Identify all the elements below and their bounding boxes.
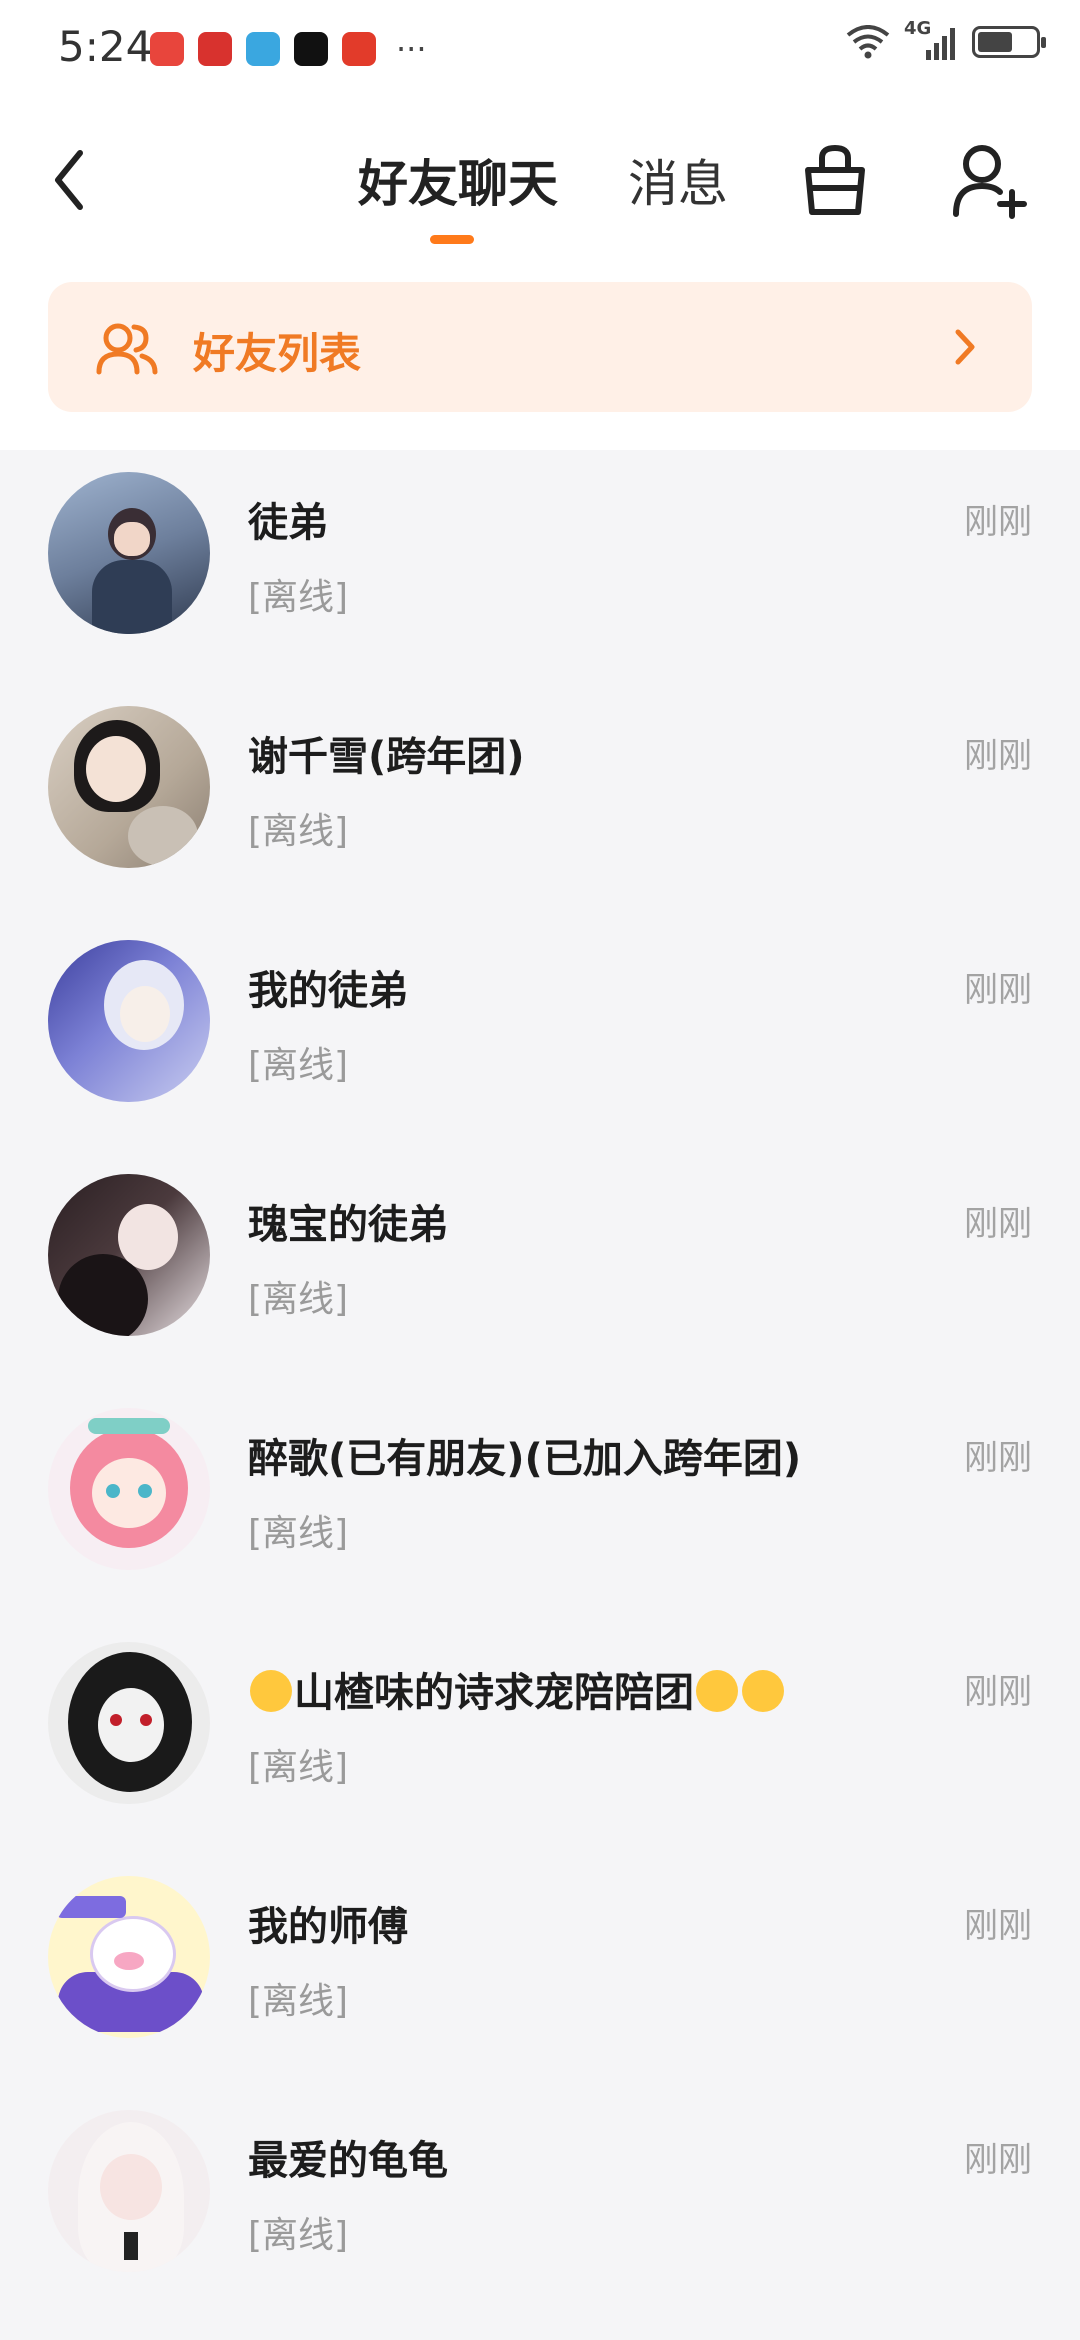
kissing-face-emoji-icon [742, 1670, 784, 1712]
chat-row[interactable]: 谢千雪(跨年团) [离线] 刚刚 [0, 684, 1080, 918]
contact-name: 瑰宝的徒弟 [248, 1202, 448, 1248]
back-arrow-icon[interactable] [50, 145, 90, 215]
tab-friend-chat[interactable]: 好友聊天 [358, 144, 558, 216]
chat-row[interactable]: 山楂味的诗求宠陪陪团 [离线] 刚刚 [0, 1620, 1080, 1854]
avatar [48, 2110, 210, 2272]
avatar [48, 706, 210, 868]
contact-name-text: 山楂味的诗求宠陪陪团 [294, 1670, 694, 1716]
status-time: 5:24 [58, 22, 153, 71]
contact-name: 我的徒弟 [248, 968, 408, 1014]
avatar [48, 1876, 210, 2038]
contact-name: 山楂味的诗求宠陪陪团 [248, 1660, 786, 1718]
status-right: 4G [846, 18, 1046, 60]
smiling-face-emoji-icon [250, 1670, 292, 1712]
avatar [48, 1174, 210, 1336]
last-message-time: 刚刚 [964, 970, 1032, 1010]
last-message-time: 刚刚 [964, 2140, 1032, 2180]
chat-row[interactable]: 徒弟 [离线] 刚刚 [0, 450, 1080, 684]
online-status: [离线] [248, 1045, 349, 1086]
last-message-time: 刚刚 [964, 502, 1032, 542]
chat-row[interactable]: 醉歌(已有朋友)(已加入跨年团) [离线] 刚刚 [0, 1386, 1080, 1620]
online-status: [离线] [248, 1279, 349, 1320]
contact-name: 我的师傅 [248, 1904, 408, 1950]
avatar [48, 472, 210, 634]
online-status: [离线] [248, 811, 349, 852]
online-status: [离线] [248, 1747, 349, 1788]
tiktok-icon [294, 32, 328, 66]
online-status: [离线] [248, 1981, 349, 2022]
app-notification-icon [150, 32, 184, 66]
online-status: [离线] [248, 1513, 349, 1554]
online-status: [离线] [248, 2215, 349, 2256]
wifi-icon [846, 25, 890, 59]
contact-name: 谢千雪(跨年团) [248, 734, 525, 780]
cellular-signal-icon: 4G [904, 18, 958, 60]
online-status: [离线] [248, 577, 349, 618]
chat-row[interactable]: 瑰宝的徒弟 [离线] 刚刚 [0, 1152, 1080, 1386]
avatar [48, 940, 210, 1102]
last-message-time: 刚刚 [964, 1906, 1032, 1946]
app-notification-icon [246, 32, 280, 66]
add-user-icon[interactable] [950, 140, 1030, 220]
active-tab-indicator [430, 235, 474, 244]
basket-icon[interactable] [800, 140, 870, 220]
contact-name: 最爱的龟龟 [248, 2138, 448, 2184]
last-message-time: 刚刚 [964, 1672, 1032, 1712]
network-type: 4G [904, 18, 932, 39]
chat-row[interactable]: 我的师傅 [离线] 刚刚 [0, 1854, 1080, 2088]
friends-icon [96, 323, 158, 375]
friend-list-banner[interactable]: 好友列表 [48, 282, 1032, 412]
contact-name: 醉歌(已有朋友)(已加入跨年团) [248, 1436, 802, 1482]
last-message-time: 刚刚 [964, 1204, 1032, 1244]
chevron-right-icon [955, 329, 975, 365]
app-notification-icon [342, 32, 376, 66]
heart-eyes-emoji-icon [696, 1670, 738, 1712]
more-notifications-icon: ··· [396, 30, 427, 68]
header: 好友聊天 消息 [0, 110, 1080, 250]
app-notification-icon [198, 32, 232, 66]
notification-icons: ··· [150, 32, 427, 66]
chat-row[interactable]: 我的徒弟 [离线] 刚刚 [0, 918, 1080, 1152]
friend-list-label: 好友列表 [193, 329, 362, 378]
avatar [48, 1642, 210, 1804]
tab-messages[interactable]: 消息 [628, 144, 728, 216]
battery-icon [972, 26, 1046, 58]
last-message-time: 刚刚 [964, 736, 1032, 776]
last-message-time: 刚刚 [964, 1438, 1032, 1478]
chat-row[interactable]: 最爱的龟龟 [离线] 刚刚 [0, 2088, 1080, 2322]
avatar [48, 1408, 210, 1570]
status-bar: 5:24 ··· 4G [0, 0, 1080, 100]
contact-name: 徒弟 [248, 500, 328, 546]
